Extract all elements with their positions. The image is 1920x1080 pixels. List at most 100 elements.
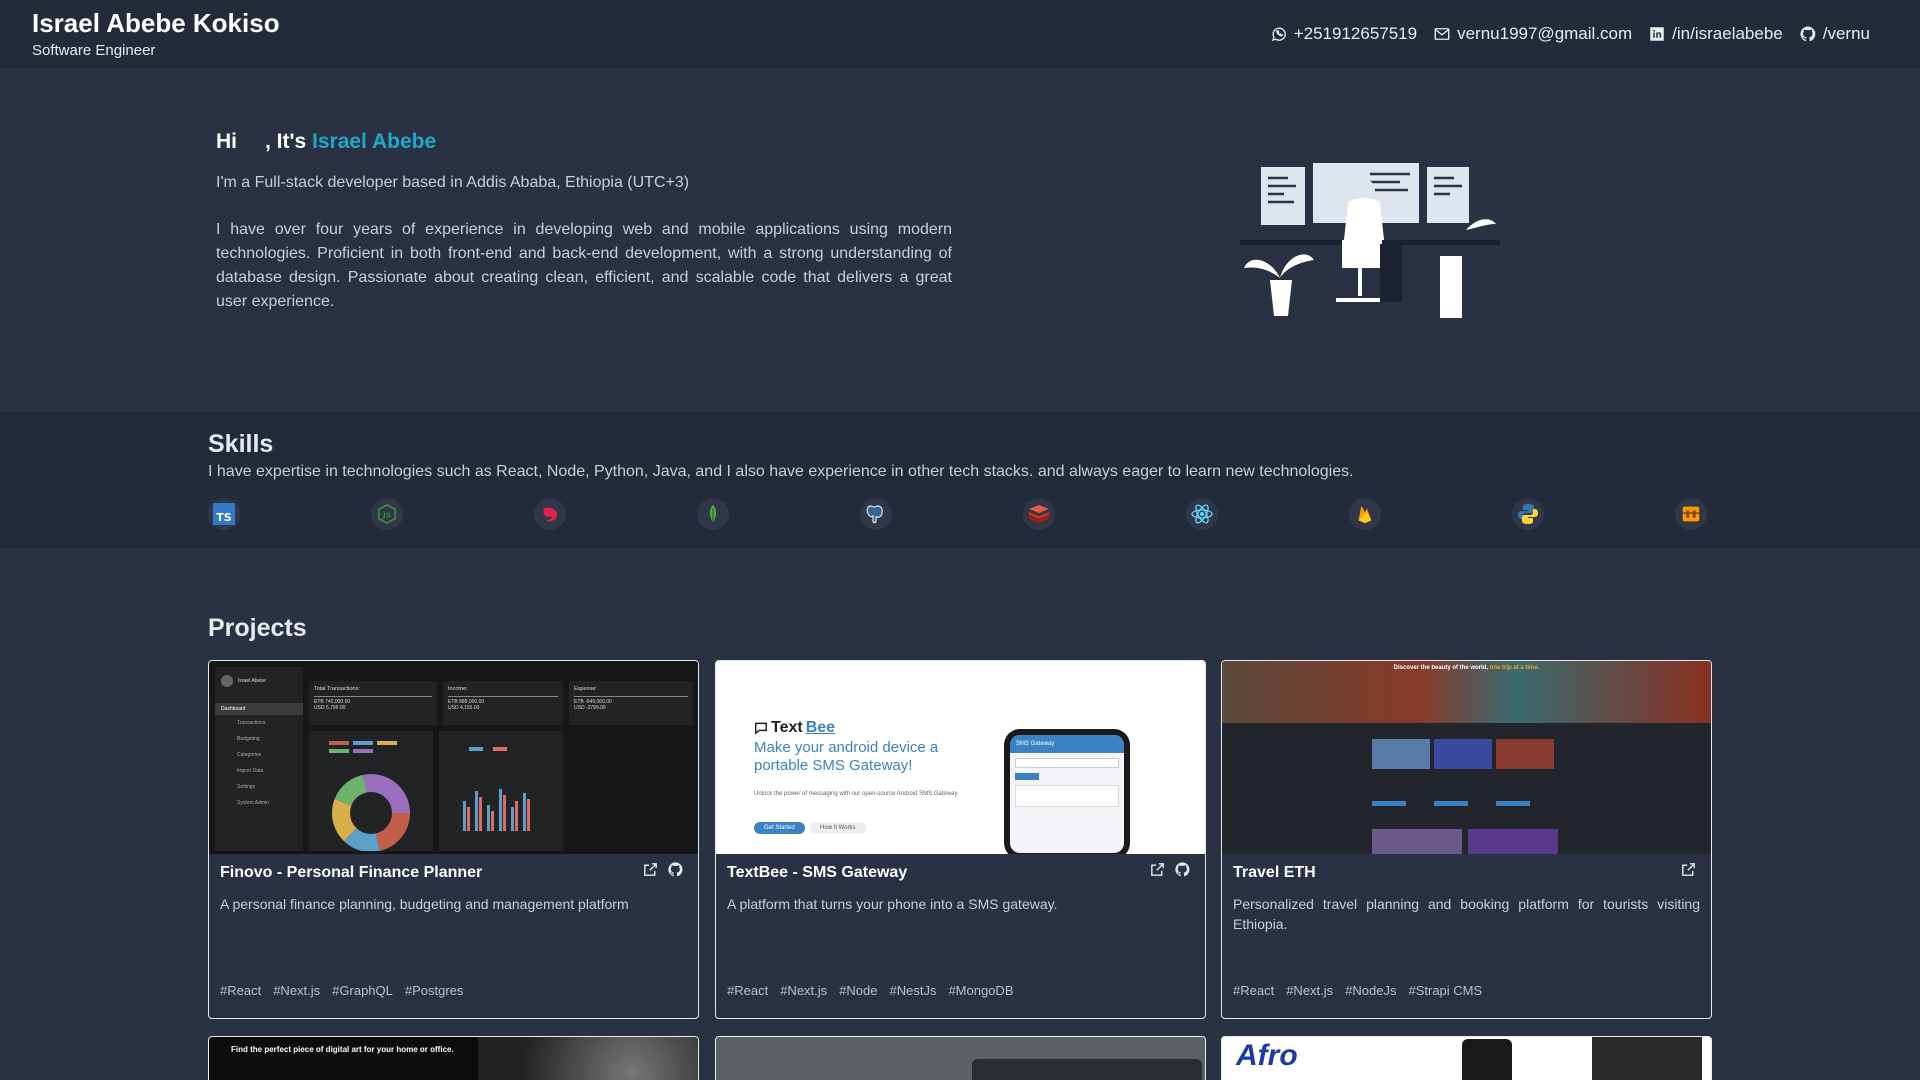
contact-label: vernu1997@gmail.com [1457,24,1633,43]
skill-redis[interactable] [1023,498,1055,530]
phone-title: SMS Gateway [1010,735,1124,753]
chat-bubble-icon [755,722,767,735]
stat-value: ETB -545,000.00 [574,696,688,705]
tag: #GraphQL [332,983,393,998]
skill-react[interactable] [1186,498,1218,530]
hero-section: Hi , It's Israel Abebe I'm a Full-stack d… [216,130,952,314]
project-card-admin[interactable] [715,1036,1206,1080]
stat-value: USD 4,156.00 [448,705,480,711]
contact-linkedin[interactable]: /in/israelabebe [1648,24,1783,44]
project-tags: #React #Next.js #Node #NestJs #MongoDB [727,983,1014,998]
tag: #React [1233,983,1275,998]
tag: #Next.js [780,983,828,998]
project-card-art[interactable]: Find the perfect piece of digital art fo… [208,1036,699,1080]
preview-sidebar: Israel Abebe Dashboard Transactions Budg… [215,667,303,851]
firebase-icon [1358,505,1372,524]
skill-nodejs[interactable]: JS [371,498,403,530]
project-title: TextBee - SMS Gateway [727,864,908,881]
skill-aws[interactable] [1675,498,1707,530]
tag: #Next.js [273,983,321,998]
project-description: A personal finance planning, budgeting a… [220,896,629,912]
contact-label: /vernu [1822,24,1870,43]
nestjs-icon [543,507,558,522]
tag: #Strapi CMS [1408,983,1483,998]
aws-icon [1682,506,1700,522]
redis-icon [1029,505,1049,523]
linkedin-icon [1650,27,1664,41]
preview-menu-item: Transactions [237,720,266,726]
top-header: Israel Abebe Kokiso Software Engineer +2… [0,0,1920,68]
python-icon [1518,504,1538,524]
preview-phone: SMS Gateway [1004,729,1130,854]
project-links [1680,861,1697,878]
contact-links: +251912657519 vernu1997@gmail.com /in/is… [1270,24,1870,44]
bar-chart [463,747,530,831]
skill-postgresql[interactable] [860,498,892,530]
preview-laptop [972,1059,1202,1080]
phone-button [1015,773,1039,780]
project-title: Finovo - Personal Finance Planner [220,864,483,881]
greeting-hi: Hi [216,130,237,153]
hero-greeting: Hi , It's Israel Abebe [216,130,952,154]
project-card-afro[interactable]: Afro [1221,1036,1712,1080]
greeting-mid: , It's [265,130,307,153]
preview-cta: Get Started [754,822,805,834]
skill-typescript[interactable]: TS [208,498,240,530]
tag: #Next.js [1286,983,1334,998]
project-card-travel-eth[interactable]: Discover the beauty of the world, one tr… [1221,660,1712,1019]
preview-stat-card: Total Transactions: ETB 740,000.00 USD 5… [309,681,437,725]
greeting-name: Israel Abebe [312,130,437,153]
tag: #Node [839,983,878,998]
hero-description: I have over four years of experience in … [216,221,952,310]
phone-screen: SMS Gateway [1010,735,1124,853]
stat-label: Expense: [574,686,597,692]
project-card-finovo[interactable]: Israel Abebe Dashboard Transactions Budg… [208,660,699,1019]
skill-mongodb[interactable] [697,498,729,530]
preview-banner-text: Discover the beauty of the world, one tr… [1222,665,1711,671]
external-link-icon[interactable] [642,861,659,878]
stat-value: ETB 740,000.00 [314,696,432,705]
preview-tile [1372,739,1430,769]
preview-user: Israel Abebe [215,667,303,695]
contact-github[interactable]: /vernu [1799,24,1870,44]
preview-stat-card: Income: ETB 885,000.00 USD 4,156.00 [443,681,563,725]
brand-role: Software Engineer [32,41,156,59]
mail-icon [1434,28,1450,40]
skills-icon-row: TS JS [208,498,1748,534]
skill-nestjs[interactable] [534,498,566,530]
external-link-icon[interactable] [1680,861,1697,878]
brand-name: Israel Abebe Kokiso [32,8,280,39]
preview-brand-a: Text [771,719,803,736]
github-icon[interactable] [1174,861,1191,878]
tag: #NestJs [889,983,937,998]
react-icon [1191,504,1213,524]
preview-phone [1462,1039,1512,1080]
stat-value: USD -2799.00 [574,705,606,711]
preview-brand-b: Bee [805,719,836,736]
stat-label: Total Transactions: [314,686,360,692]
project-tags: #React #Next.js #NodeJs #Strapi CMS [1233,983,1482,998]
skills-title: Skills [208,430,274,458]
github-icon[interactable] [667,861,684,878]
skill-firebase[interactable] [1349,498,1381,530]
preview-button [1434,801,1468,806]
skill-python[interactable] [1512,498,1544,530]
brand: Israel Abebe Kokiso Software Engineer [32,9,280,59]
hero-subtitle: I'm a Full-stack developer based in Addi… [216,174,690,191]
project-description: A platform that turns your phone into a … [727,896,1058,912]
external-link-icon[interactable] [1149,861,1166,878]
preview-button [1372,801,1406,806]
preview-menu-item: Settings [237,784,256,790]
project-description: Personalized travel planning and booking… [1233,896,1700,932]
banner-text-a: Discover the beauty of the world, [1393,665,1488,671]
preview-brand: Text Bee [754,719,835,737]
tag: #React [727,983,769,998]
contact-email[interactable]: vernu1997@gmail.com [1433,24,1632,44]
project-card-textbee[interactable]: Text Bee Make your android device a porta… [715,660,1206,1019]
postgresql-icon [866,505,883,524]
stat-value: ETB 885,000.00 [448,696,558,705]
contact-label: /in/israelabebe [1672,24,1783,43]
preview-bar-panel [439,731,563,851]
contact-whatsapp[interactable]: +251912657519 [1270,24,1417,44]
projects-title: Projects [208,614,307,642]
